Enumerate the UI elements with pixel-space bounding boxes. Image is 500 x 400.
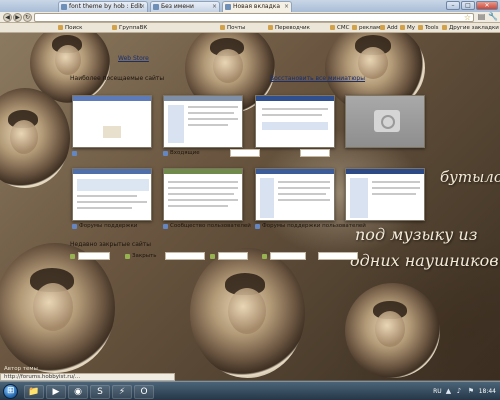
camera-placeholder-icon [374, 110, 400, 132]
window-controls: – □ ✕ [446, 1, 498, 10]
network-icon[interactable]: ▲ [446, 388, 453, 395]
flag-icon[interactable]: ⚑ [468, 388, 475, 395]
restore-thumbnails-link[interactable]: Восстановить все миниатюры [270, 75, 365, 82]
page-menu-icon[interactable]: ▤ [477, 13, 486, 22]
bookmark-item[interactable]: Tools [418, 24, 439, 32]
close-button[interactable]: ✕ [476, 1, 498, 10]
forward-button[interactable]: ▶ [13, 13, 22, 22]
caption-redacted-box [300, 149, 330, 157]
volume-icon[interactable]: ♪ [457, 388, 464, 395]
bookmark-item[interactable]: СМС [330, 24, 349, 32]
bookmark-item[interactable]: Поиск [58, 24, 82, 32]
tab-label: Без имени [161, 3, 194, 10]
back-button[interactable]: ◀ [3, 13, 12, 22]
address-bar[interactable]: ☆ [34, 13, 474, 22]
caption-redacted-box [230, 149, 260, 157]
caption-redacted-box [318, 252, 358, 260]
bookmark-item[interactable]: Переводчик [268, 24, 310, 32]
bookmark-item[interactable]: ГруппаВК [112, 24, 147, 32]
most-visited-thumbnail[interactable] [255, 95, 335, 148]
tab-font-theme[interactable]: font theme by hob : Edit × [58, 1, 148, 12]
start-button[interactable] [3, 384, 18, 399]
skype-icon[interactable]: S [90, 385, 110, 399]
most-visited-thumbnail-empty[interactable] [345, 95, 425, 148]
bookmark-item[interactable]: Почты [220, 24, 245, 32]
most-visited-thumbnail[interactable] [345, 168, 425, 221]
wrench-icon[interactable]: 🔧 [488, 13, 498, 22]
thumbnail-caption[interactable]: Сообщество пользователей [163, 223, 251, 229]
new-tab-page: бутылок под музыку из одних наушников...… [0, 33, 500, 380]
toolbar: ◀ ▶ ↻ ☆ ▤ 🔧 [0, 12, 500, 23]
caption-redacted-box [270, 252, 306, 260]
other-bookmarks[interactable]: Другие закладки [442, 24, 499, 32]
wallpaper-handwriting-line-1: бутылок [440, 168, 500, 186]
caption-redacted-box [165, 252, 205, 260]
tab-favicon-icon [61, 4, 67, 10]
tab-close-icon[interactable]: × [212, 2, 217, 12]
status-bar: http://forums.hobbyist.ru/... [0, 373, 175, 381]
tab-untitled[interactable]: Без имени × [150, 1, 220, 12]
bookmark-star-icon[interactable]: ☆ [464, 13, 471, 22]
bookmarks-bar: Поиск ГруппаВК Почты Переводчик СМС рекл… [0, 23, 500, 33]
explorer-icon[interactable]: 📁 [24, 385, 44, 399]
most-visited-thumbnail[interactable] [163, 95, 243, 148]
web-store-link[interactable]: Web Store [118, 55, 149, 62]
most-visited-thumbnail[interactable] [163, 168, 243, 221]
recently-closed-title: Недавно закрытые сайты [70, 241, 152, 248]
bookmark-item[interactable]: Add [380, 24, 398, 32]
system-tray: RU ▲ ♪ ⚑ 18:44 [433, 382, 500, 400]
tab-strip: font theme by hob : Edit × Без имени × Н… [0, 0, 500, 12]
reload-button[interactable]: ↻ [23, 13, 32, 22]
wallpaper-photo [345, 283, 440, 378]
chrome-icon[interactable]: ◉ [68, 385, 88, 399]
most-visited-thumbnail[interactable] [255, 168, 335, 221]
wallpaper-photo [0, 88, 70, 188]
clock[interactable]: 18:44 [479, 388, 496, 395]
maximize-button[interactable]: □ [461, 1, 475, 10]
caption-redacted-box [218, 252, 248, 260]
bookmark-item[interactable]: реклама [352, 24, 384, 32]
tab-new-tab[interactable]: Новая вкладка × [222, 1, 292, 12]
most-visited-title: Наиболее посещаемые сайты [70, 75, 165, 82]
tab-label: Новая вкладка [233, 3, 281, 10]
caption-redacted-box [78, 252, 110, 260]
thumbnail-caption[interactable]: Форумы поддержки пользователей [255, 223, 366, 229]
language-indicator[interactable]: RU [433, 388, 442, 395]
theme-author-label: Автор темы [4, 366, 38, 372]
thumbnail-caption[interactable]: Входящие [163, 150, 200, 156]
tab-label: font theme by hob : Edit [69, 3, 143, 10]
taskbar: 📁 ▶ ◉ S ⚡ O RU ▲ ♪ ⚑ 18:44 [0, 381, 500, 400]
tab-close-icon[interactable]: × [140, 2, 145, 12]
media-player-icon[interactable]: ▶ [46, 385, 66, 399]
most-visited-thumbnail[interactable] [72, 168, 152, 221]
wallpaper-handwriting-line-3: одних наушников... [350, 251, 500, 270]
most-visited-thumbnail[interactable] [72, 95, 152, 148]
flash-icon[interactable]: ⚡ [112, 385, 132, 399]
wallpaper-photo [0, 243, 115, 373]
bookmark-item[interactable]: My [400, 24, 415, 32]
minimize-button[interactable]: – [446, 1, 460, 10]
wallpaper-photo [190, 248, 305, 378]
opera-icon[interactable]: O [134, 385, 154, 399]
tab-close-icon[interactable]: × [284, 2, 289, 12]
wallpaper-handwriting-line-2: под музыку из [355, 225, 478, 244]
tab-favicon-icon [225, 4, 231, 10]
thumbnail-caption[interactable]: Форумы поддержки [72, 223, 137, 229]
recently-closed-item[interactable]: Закрыть [125, 253, 157, 259]
tab-favicon-icon [153, 4, 159, 10]
